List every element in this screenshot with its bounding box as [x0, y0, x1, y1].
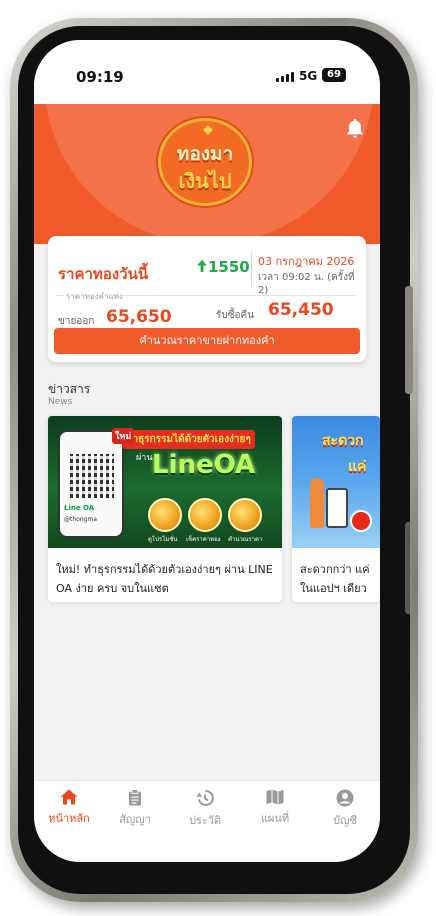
nav-label: หน้าหลัก — [48, 812, 90, 825]
thumbnail-headline: สะดวก — [322, 433, 364, 449]
price-time: เวลา 09:02 น. (ครั้งที่ 2) — [258, 272, 355, 296]
app-header: ทองมา เงินไป — [34, 104, 380, 244]
coin-icon — [148, 498, 182, 532]
divider — [56, 295, 64, 296]
news-text-line: สะดวกกว่า แค่ — [300, 563, 370, 576]
nav-history[interactable]: ประวัติ — [170, 789, 240, 829]
divider — [251, 252, 252, 286]
news-text-line: ในแอปฯ เดียว — [300, 582, 367, 595]
price-title: ราคาทองวันนี้ — [58, 265, 149, 283]
news-text: ใหม่! ทำธุรกรรมได้ด้วยตัวเองง่ายๆ ผ่าน L… — [56, 563, 273, 595]
home-icon — [60, 789, 78, 805]
coin-label: เช็คราคาทอง — [186, 536, 221, 543]
clipboard-icon — [129, 789, 141, 806]
diamond-icon — [203, 125, 213, 135]
price-change-value: 1550 — [208, 258, 250, 276]
line-oa-badge: Line OA — [64, 504, 95, 512]
sell-label: ขายออก — [58, 316, 95, 327]
history-icon — [196, 789, 214, 806]
power-button — [405, 286, 413, 394]
brand-logo: ทองมา เงินไป — [158, 118, 252, 206]
banner-headline: ทำธุรกรรมได้ด้วยตัวเองง่ายๆ — [122, 430, 255, 449]
new-badge: ใหม่ — [112, 428, 135, 444]
coin-label: ดูโปรโมชั่น — [148, 536, 178, 543]
coin-label: คำนวณราคา — [228, 536, 263, 543]
price-change: 1550 — [196, 258, 250, 276]
nav-label: สัญญา — [119, 813, 151, 826]
divider — [122, 295, 356, 296]
news-text: สะดวกกว่า แค่ ในแอปฯ เดียว — [300, 560, 380, 598]
price-date: 03 กรกฎาคม 2026 — [258, 255, 355, 268]
nav-label: ประวัติ — [188, 814, 222, 827]
alarm-clock-icon — [350, 510, 372, 532]
network-label: 5G — [299, 69, 318, 83]
thumbnail-headline: แค่ — [348, 459, 367, 475]
news-card[interactable]: สะดวก แค่ สะดวกกว่า แค่ ในแอปฯ เดียว — [292, 416, 380, 602]
map-icon — [266, 789, 284, 805]
nav-label: บัญชี — [333, 814, 357, 827]
account-icon — [336, 789, 354, 807]
banner-via: ผ่าน — [136, 453, 153, 463]
gold-price-card: ราคาทองวันนี้ 1550 03 กรกฎาคม 2026 เวลา … — [48, 236, 366, 362]
news-thumbnail: Line OA @thongma ทำธุรกรรมได้ด้วยตัวเองง… — [48, 416, 282, 548]
status-time: 09:19 — [76, 68, 124, 86]
coin-icon — [228, 498, 262, 532]
buy-label: รับซื้อคืน — [216, 310, 255, 321]
gold-bar-label: ราคาทองคำแท่ง — [66, 292, 123, 301]
side-button — [405, 522, 413, 614]
calculate-button[interactable]: คำนวณราคาขายฝากทองคำ — [54, 328, 360, 354]
logo-text-bottom: เงินไป — [178, 169, 232, 193]
bell-icon[interactable] — [344, 116, 366, 140]
arrow-up-icon — [197, 260, 207, 272]
buy-price: 65,450 — [268, 300, 334, 320]
nav-contract[interactable]: สัญญา — [100, 789, 170, 828]
phone-illustration — [326, 488, 348, 528]
person-illustration — [310, 478, 324, 528]
nav-label: แผนที่ — [260, 812, 290, 825]
status-bar: 09:19 5G 69 — [34, 40, 380, 104]
sell-price: 65,650 — [106, 307, 172, 327]
coin-icon — [188, 498, 222, 532]
nav-map[interactable]: แผนที่ — [240, 789, 310, 827]
news-card[interactable]: Line OA @thongma ทำธุรกรรมได้ด้วยตัวเองง… — [48, 416, 282, 602]
battery-icon: 69 — [322, 68, 346, 82]
nav-account[interactable]: บัญชี — [310, 789, 380, 829]
app-screen: 09:19 5G 69 ทองมา เงินไป ราคาทองวันนี้ 1… — [34, 40, 380, 862]
bottom-navigation: หน้าหลัก สัญญา ประวัติ แผนที่ บัญชี — [34, 780, 380, 862]
news-section-subtitle: News — [48, 397, 73, 407]
nav-home[interactable]: หน้าหลัก — [34, 789, 104, 827]
phone-illustration: Line OA @thongma — [58, 430, 124, 538]
news-thumbnail: สะดวก แค่ — [292, 416, 380, 548]
banner-brand: LineOA — [152, 450, 256, 480]
qr-code-pattern — [70, 454, 114, 498]
signal-icon — [276, 72, 294, 82]
line-oa-handle: @thongma — [64, 516, 97, 523]
